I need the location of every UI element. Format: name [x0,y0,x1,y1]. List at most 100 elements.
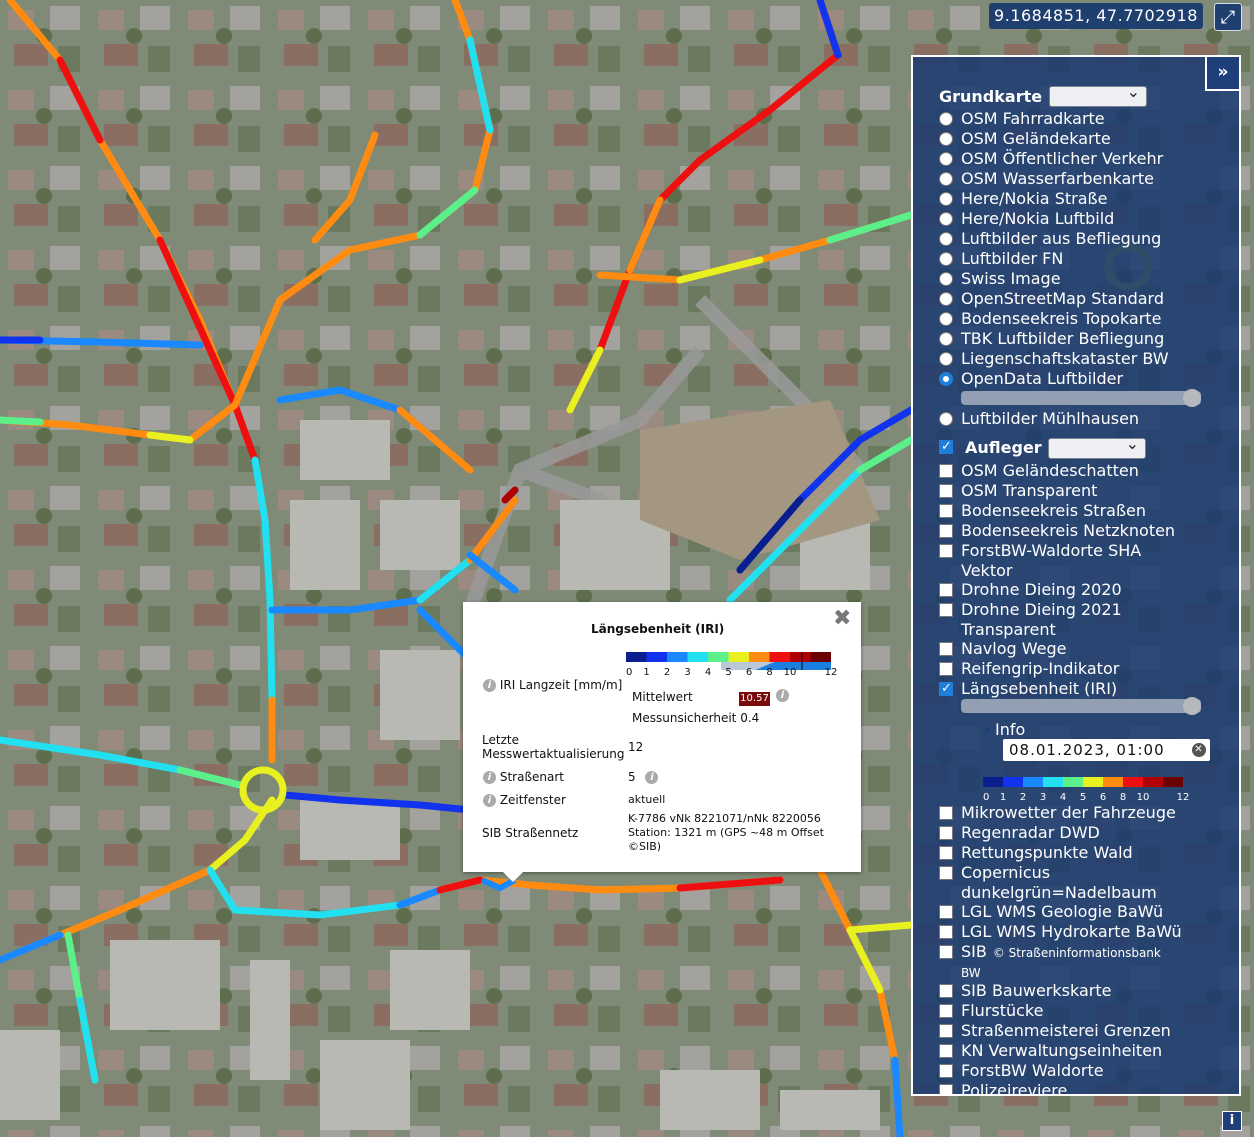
radio-button[interactable] [939,212,953,226]
overlay-option[interactable]: LGL WMS Geologie BaWü [939,902,1163,922]
radio-button[interactable] [939,272,953,286]
basemap-option-label: TBK Luftbilder Befliegung [961,329,1165,348]
grundkarte-select[interactable] [1049,82,1147,107]
slider-knob[interactable] [1183,697,1201,715]
radio-button[interactable] [939,332,953,346]
overlay-option[interactable]: ForstBW Waldorte [939,1061,1104,1081]
checkbox[interactable] [939,925,953,939]
overlay-option[interactable]: Längsebenheit (IRI) [939,679,1117,699]
grundkarte-heading: Grundkarte [939,87,1043,106]
collapse-panel-button[interactable]: » [1205,57,1239,91]
info-icon[interactable]: i [483,794,496,807]
checkbox[interactable] [939,679,953,699]
checkbox[interactable] [939,1084,953,1094]
overlay-option[interactable]: ForstBW-Waldorte SHA Vektor [939,541,1141,581]
info-icon[interactable]: i [645,771,659,784]
overlay-option[interactable]: Bodenseekreis Straßen [939,501,1146,521]
slider-knob[interactable] [1183,389,1201,407]
checkbox[interactable] [939,464,953,478]
overlay-option[interactable]: Reifengrip-Indikator [939,659,1119,679]
info-button[interactable]: i [1222,1111,1242,1131]
legend-swatch [1023,777,1043,787]
checkbox[interactable] [939,484,953,498]
overlay-option[interactable]: SIB Bauwerkskarte [939,981,1111,1001]
overlay-option[interactable]: Polizeireviere [939,1081,1067,1094]
checkbox[interactable] [939,603,953,617]
checkbox[interactable] [939,662,953,676]
overlay-option[interactable]: Drohne Dieing 2021 Transparent [939,600,1122,640]
basemap-option[interactable]: TBK Luftbilder Befliegung [939,329,1165,349]
radio-button[interactable] [939,372,953,386]
overlay-option[interactable]: Rettungspunkte Wald [939,843,1133,863]
basemap-option[interactable]: OSM Wasserfarbenkarte [939,169,1154,189]
legend-tick-label: 10 [784,667,797,678]
overlay-option[interactable]: SIB © Straßeninformationsbank BW [939,942,1161,983]
radio-button[interactable] [939,292,953,306]
basemap-option[interactable]: Luftbilder aus Befliegung [939,229,1161,249]
basemap-option[interactable]: OpenStreetMap Standard [939,289,1164,309]
info-icon[interactable]: i [483,771,496,784]
radio-button[interactable] [939,192,953,206]
checkbox[interactable] [939,806,953,820]
radio-button[interactable] [939,112,953,126]
overlay-option[interactable]: Drohne Dieing 2020 [939,580,1122,600]
radio-button[interactable] [939,172,953,186]
basemap-opacity-slider[interactable] [961,389,1201,407]
checkbox[interactable] [939,1024,953,1038]
checkbox[interactable] [939,642,953,656]
overlay-option[interactable]: Copernicus dunkelgrün=Nadelbaum [939,863,1157,903]
basemap-option[interactable]: Liegenschaftskataster BW [939,349,1169,369]
radio-button[interactable] [939,412,953,426]
disclosure-triangle-icon [985,725,991,735]
checkbox[interactable] [939,1004,953,1018]
radio-button[interactable] [939,252,953,266]
checkbox[interactable] [939,866,953,880]
overlay-option[interactable]: OSM Geländeschatten [939,461,1139,481]
clear-icon[interactable]: ✕ [1192,743,1206,757]
checkbox[interactable] [939,583,953,597]
overlay-option[interactable]: Mikrowetter der Fahrzeuge [939,803,1176,823]
overlay-option[interactable]: KN Verwaltungseinheiten [939,1041,1162,1061]
checkbox[interactable] [939,945,953,959]
overlay-option[interactable]: Navlog Wege [939,639,1066,659]
checkbox[interactable] [939,544,953,558]
checkbox[interactable] [939,905,953,919]
basemap-option[interactable]: OSM Öffentlicher Verkehr [939,149,1163,169]
info-icon[interactable]: i [776,689,789,702]
datetime-input[interactable]: 08.01.2023, 01:00 ✕ [1003,739,1210,761]
info-icon[interactable]: i [483,679,496,692]
basemap-option[interactable]: Here/Nokia Luftbild [939,209,1114,229]
overlay-option[interactable]: Flurstücke [939,1001,1043,1021]
radio-button[interactable] [939,132,953,146]
iri-opacity-slider[interactable] [961,697,1201,715]
checkbox[interactable] [939,1044,953,1058]
overlay-option[interactable]: Regenradar DWD [939,823,1100,843]
basemap-option[interactable]: Luftbilder Mühlhausen [939,409,1139,429]
basemap-option[interactable]: OSM Fahrradkarte [939,109,1105,129]
checkbox[interactable] [939,1064,953,1078]
checkbox[interactable] [939,846,953,860]
expand-icon[interactable]: ⤢ [1214,3,1242,31]
radio-button[interactable] [939,152,953,166]
radio-button[interactable] [939,352,953,366]
basemap-option[interactable]: OSM Geländekarte [939,129,1111,149]
overlay-option[interactable]: OSM Transparent [939,481,1097,501]
basemap-option[interactable]: Swiss Image [939,269,1061,289]
checkbox[interactable] [939,524,953,538]
close-icon[interactable]: ✖ [833,606,851,631]
iri-info-toggle[interactable]: Info [985,720,1025,739]
overlay-option[interactable]: LGL WMS Hydrokarte BaWü [939,922,1182,942]
overlay-option[interactable]: Straßenmeisterei Grenzen [939,1021,1171,1041]
aufleger-checkbox[interactable] [939,437,953,457]
checkbox[interactable] [939,826,953,840]
radio-button[interactable] [939,232,953,246]
radio-button[interactable] [939,312,953,326]
basemap-option[interactable]: OpenData Luftbilder [939,369,1123,389]
basemap-option[interactable]: Bodenseekreis Topokarte [939,309,1161,329]
checkbox[interactable] [939,984,953,998]
basemap-option[interactable]: Luftbilder FN [939,249,1063,269]
aufleger-select[interactable] [1048,434,1146,459]
basemap-option[interactable]: Here/Nokia Straße [939,189,1107,209]
overlay-option[interactable]: Bodenseekreis Netzknoten [939,521,1175,541]
checkbox[interactable] [939,504,953,518]
